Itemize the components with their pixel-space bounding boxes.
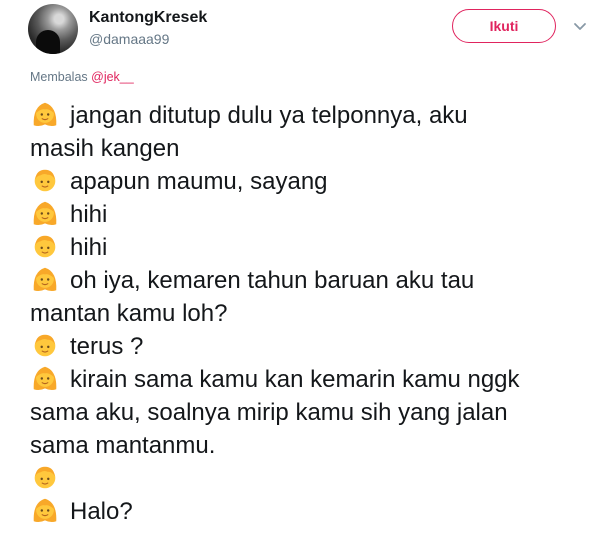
chevron-down-icon[interactable] (573, 22, 587, 32)
tweet-line-text: jangan ditutup dulu ya telponnya, aku (70, 102, 468, 129)
tweet-line: jangan ditutup dulu ya telponnya, aku (30, 99, 600, 132)
tweet-line: Halo? (30, 495, 600, 528)
avatar[interactable] (28, 4, 78, 54)
girl-emoji (30, 198, 60, 228)
tweet-line-text: kirain sama kamu kan kemarin kamu nggk (70, 366, 520, 393)
user-name[interactable]: KantongKresek (89, 9, 207, 27)
tweet-line-text: sama mantanmu. (30, 432, 216, 459)
tweet-line (30, 462, 600, 495)
boy-emoji (30, 165, 60, 195)
tweet-line-text: Halo? (70, 498, 133, 525)
tweet-line: apapun maumu, sayang (30, 165, 600, 198)
boy-emoji (30, 330, 60, 360)
tweet-line-text: hihi (70, 234, 108, 261)
user-handle[interactable]: @damaaa99 (89, 31, 169, 47)
girl-emoji (30, 99, 60, 129)
tweet-line-text: apapun maumu, sayang (70, 168, 328, 195)
tweet-line: terus ? (30, 330, 600, 363)
tweet-line: hihi (30, 231, 600, 264)
tweet-line: sama aku, soalnya mirip kamu sih yang ja… (30, 396, 600, 429)
tweet-line: mantan kamu loh? (30, 297, 600, 330)
tweet-line-text: terus ? (70, 333, 144, 360)
girl-emoji (30, 264, 60, 294)
girl-emoji (30, 363, 60, 393)
tweet-line-text: sama aku, soalnya mirip kamu sih yang ja… (30, 399, 508, 426)
tweet-line: kirain sama kamu kan kemarin kamu nggk (30, 363, 600, 396)
girl-emoji (30, 495, 60, 525)
tweet-line-text: mantan kamu loh? (30, 300, 228, 327)
reply-prefix: Membalas (30, 70, 92, 84)
tweet-line: oh iya, kemaren tahun baruan aku tau (30, 264, 600, 297)
tweet-line: masih kangen (30, 132, 600, 165)
reply-context: Membalas @jek__ (30, 70, 134, 84)
reply-mention-link[interactable]: @jek__ (91, 70, 134, 84)
tweet-line-text: hihi (70, 201, 108, 228)
tweet-line-text: masih kangen (30, 135, 180, 162)
follow-button[interactable]: Ikuti (452, 9, 556, 43)
tweet-line: sama mantanmu. (30, 429, 600, 462)
tweet-text: jangan ditutup dulu ya telponnya, aku mas… (30, 99, 600, 528)
boy-emoji (30, 462, 60, 492)
tweet-header: KantongKresek @damaaa99 Ikuti (0, 0, 616, 64)
boy-emoji (30, 231, 60, 261)
tweet-line-text: oh iya, kemaren tahun baruan aku tau (70, 267, 475, 294)
tweet-line: hihi (30, 198, 600, 231)
